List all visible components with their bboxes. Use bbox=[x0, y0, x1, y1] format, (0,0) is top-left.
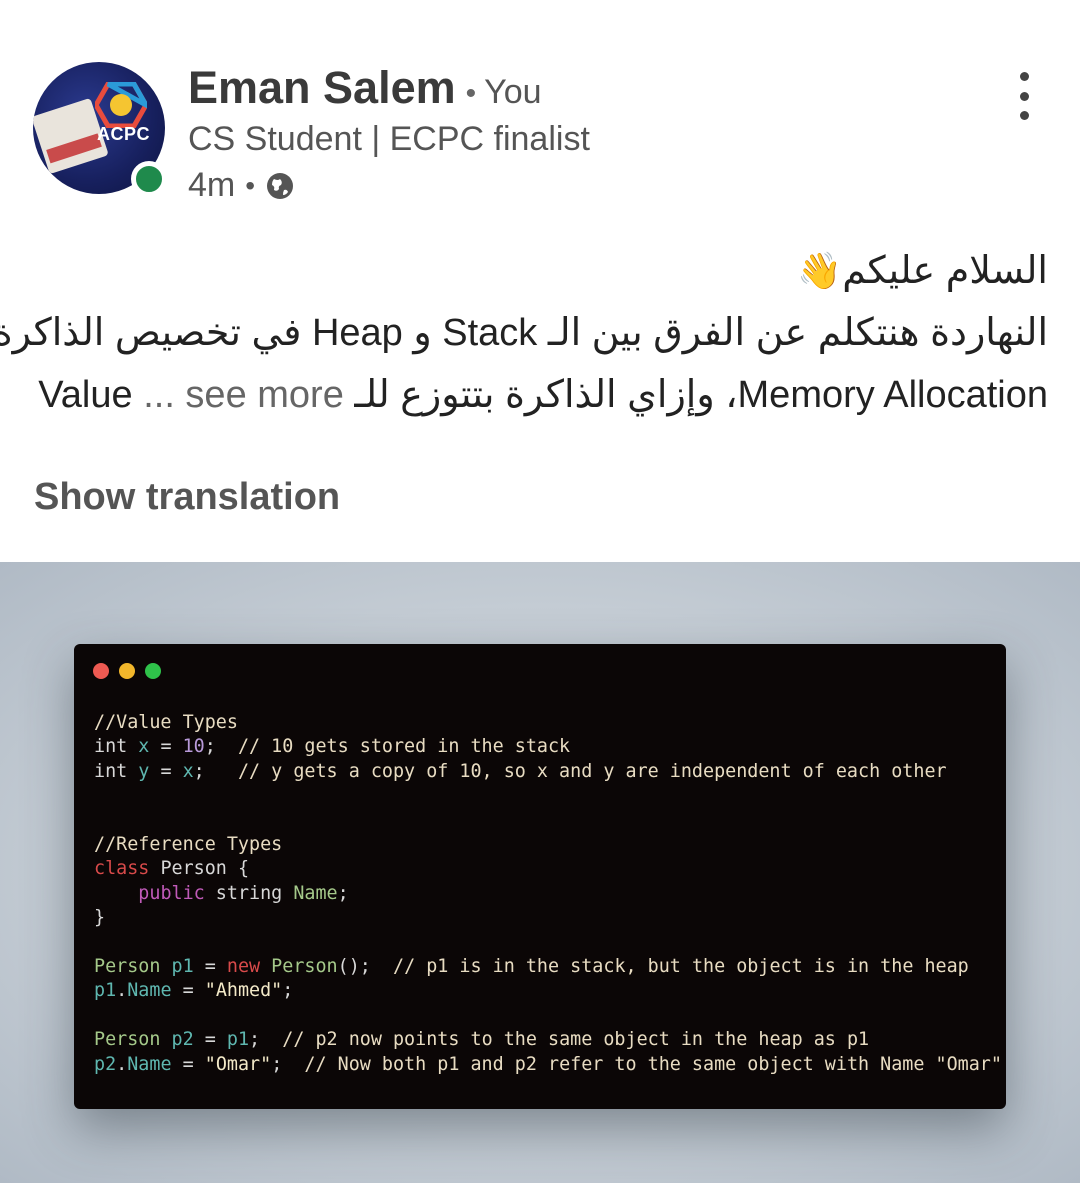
code-token: } bbox=[94, 907, 106, 929]
code-token: // p2 now points to the same object in t… bbox=[282, 1029, 870, 1051]
code-line: //Value Types bbox=[94, 711, 1002, 735]
code-line: int x = 10; // 10 gets stored in the sta… bbox=[94, 735, 1002, 759]
code-token: ; bbox=[204, 736, 238, 758]
code-token: p1 bbox=[226, 1029, 250, 1051]
window-controls bbox=[93, 663, 161, 679]
code-token: = bbox=[193, 1029, 227, 1051]
code-token: ; bbox=[282, 980, 294, 1002]
code-token: p2 bbox=[94, 1053, 117, 1075]
code-token: = bbox=[171, 980, 205, 1002]
code-token: ; bbox=[271, 1053, 305, 1075]
code-token: p2 bbox=[171, 1029, 194, 1051]
meta-separator: • bbox=[245, 169, 256, 201]
author-name[interactable]: Eman Salem bbox=[188, 62, 456, 114]
code-token: "Ahmed" bbox=[204, 980, 283, 1002]
code-token: ; bbox=[249, 1029, 283, 1051]
code-line: p1.Name = "Ahmed"; bbox=[94, 979, 1002, 1003]
code-token: Person bbox=[94, 1029, 172, 1051]
post-body: السلام عليكم👋 النهاردة هنتكلم عن الفرق ب… bbox=[0, 240, 1048, 426]
code-block: //Value Types int x = 10; // 10 gets stor… bbox=[94, 711, 1002, 1077]
code-token: x bbox=[138, 736, 150, 758]
code-token: = bbox=[171, 1053, 205, 1075]
code-token: int bbox=[94, 760, 139, 782]
code-line: Person p2 = p1; // p2 now points to the … bbox=[94, 1028, 1002, 1052]
post-line-1: السلام عليكم👋 bbox=[30, 240, 1048, 302]
post-header: ACPC Eman Salem • You CS Student | ECPC … bbox=[0, 0, 1080, 230]
code-window: //Value Types int x = 10; // 10 gets stor… bbox=[74, 644, 1006, 1109]
code-token: y bbox=[138, 760, 150, 782]
code-token: 10 bbox=[182, 736, 205, 758]
post-greeting: السلام عليكم bbox=[842, 250, 1048, 292]
code-token: = bbox=[149, 736, 183, 758]
code-token: x bbox=[182, 760, 194, 782]
code-line: class Person { bbox=[94, 857, 1002, 881]
code-token: . bbox=[116, 1053, 128, 1075]
code-token: Person { bbox=[149, 858, 250, 880]
minimize-dot-icon bbox=[119, 663, 135, 679]
code-line: public string Name; bbox=[94, 882, 1002, 906]
code-token: = bbox=[193, 956, 227, 978]
more-options-icon[interactable] bbox=[1004, 72, 1044, 120]
globe-icon bbox=[267, 172, 294, 199]
acpc-logo-icon bbox=[95, 82, 147, 128]
waving-hand-icon: 👋 bbox=[797, 250, 843, 291]
code-line: //Reference Types bbox=[94, 833, 1002, 857]
see-more-link[interactable]: ... see more bbox=[143, 374, 344, 416]
code-token: public bbox=[138, 882, 205, 904]
post-line-3: Memory Allocation، وإزاي الذاكرة بتتوزع … bbox=[30, 364, 1048, 426]
code-token: p1 bbox=[94, 980, 117, 1002]
you-label: You bbox=[484, 73, 542, 111]
code-token: // p1 is in the stack, but the object is… bbox=[393, 956, 969, 978]
author-headline: CS Student | ECPC finalist bbox=[188, 120, 590, 158]
name-separator: • bbox=[465, 77, 477, 110]
code-line: p2.Name = "Omar"; // Now both p1 and p2 … bbox=[94, 1053, 1002, 1077]
close-dot-icon bbox=[93, 663, 109, 679]
code-token: new bbox=[226, 956, 261, 978]
code-line: int y = x; // y gets a copy of 10, so x … bbox=[94, 760, 1002, 784]
author-name-line: Eman Salem • You bbox=[188, 62, 542, 118]
code-token: "Omar" bbox=[204, 1053, 272, 1075]
code-token: // Now both p1 and p2 refer to the same … bbox=[304, 1053, 1002, 1075]
code-token: //Reference Types bbox=[94, 834, 283, 856]
code-token: // 10 gets stored in the stack bbox=[237, 736, 571, 758]
code-token: = bbox=[149, 760, 183, 782]
code-token: //Value Types bbox=[94, 712, 238, 733]
code-token: // y gets a copy of 10, so x and y are i… bbox=[237, 760, 947, 782]
code-token: class bbox=[94, 858, 150, 880]
code-token: (); bbox=[337, 956, 393, 978]
code-token: Name bbox=[293, 882, 338, 904]
maximize-dot-icon bbox=[145, 663, 161, 679]
code-token: Person bbox=[260, 956, 338, 978]
post-time: 4m bbox=[188, 166, 236, 204]
code-token: Person bbox=[94, 956, 172, 978]
post-line-2: النهاردة هنتكلم عن الفرق بين الـ Stack و… bbox=[0, 312, 1048, 354]
code-token: ; bbox=[193, 760, 238, 782]
code-token: ; bbox=[337, 882, 349, 904]
code-line: Person p1 = new Person(); // p1 is in th… bbox=[94, 955, 1002, 979]
code-token: Name bbox=[127, 1053, 172, 1075]
post-meta: 4m • bbox=[188, 166, 295, 205]
code-line: } bbox=[94, 906, 1002, 930]
code-token: int bbox=[94, 736, 139, 758]
show-translation-button[interactable]: Show translation bbox=[34, 476, 340, 519]
code-token: . bbox=[116, 980, 128, 1002]
online-status-icon bbox=[131, 161, 167, 197]
code-token: p1 bbox=[171, 956, 194, 978]
code-token: Name bbox=[127, 980, 172, 1002]
avatar-logo-text: ACPC bbox=[97, 124, 151, 144]
code-token: string bbox=[204, 882, 294, 904]
